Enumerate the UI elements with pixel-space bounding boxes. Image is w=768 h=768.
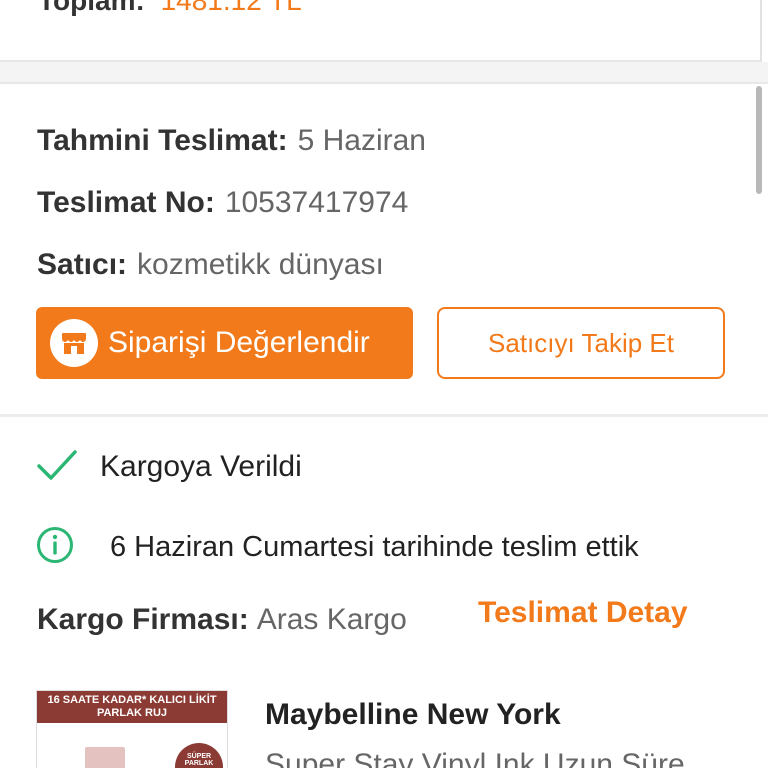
shipment-status-text: Kargoya Verildi	[100, 450, 302, 483]
estimated-delivery-row: Tahmini Teslimat: 5 Haziran	[37, 123, 426, 159]
estimated-delivery-label: Tahmini Teslimat:	[37, 124, 288, 157]
product-swatch	[85, 747, 125, 768]
delivery-detail-link[interactable]: Teslimat Detay	[478, 596, 688, 630]
product-image-banner: 16 SAATE KADAR* KALICI LİKİT PARLAK RUJ	[37, 691, 227, 723]
seller-row: Satıcı: kozmetikk dünyası	[37, 247, 384, 283]
store-icon	[50, 319, 98, 367]
carrier-row: Kargo Firması: Aras Kargo	[37, 602, 407, 638]
delivery-number-row: Teslimat No: 10537417974	[37, 185, 408, 221]
carrier-value: Aras Kargo	[256, 603, 407, 636]
product-brand[interactable]: Maybelline New York	[265, 698, 561, 732]
carrier-label: Kargo Firması:	[37, 603, 249, 636]
review-order-label: Siparişi Değerlendir	[108, 326, 370, 359]
product-title[interactable]: Super Stay Vinyl Ink Uzun Süre	[265, 748, 685, 768]
estimated-delivery-value: 5 Haziran	[297, 124, 426, 157]
review-order-button[interactable]: Siparişi Değerlendir	[36, 307, 413, 379]
follow-seller-label: Satıcıyı Takip Et	[488, 327, 674, 358]
shipment-status-row: Kargoya Verildi	[36, 447, 302, 487]
delivery-note-row: 6 Haziran Cumartesi tarihinde teslim ett…	[36, 526, 639, 569]
product-image[interactable]: 16 SAATE KADAR* KALICI LİKİT PARLAK RUJ …	[36, 690, 228, 768]
total-label: Toplam:	[38, 0, 145, 16]
scrollbar[interactable]	[756, 86, 762, 194]
info-circle-icon	[36, 526, 74, 569]
follow-seller-button[interactable]: Satıcıyı Takip Et	[437, 307, 725, 379]
delivery-number-value: 10537417974	[224, 186, 409, 219]
seller-value: kozmetikk dünyası	[137, 248, 384, 281]
total-value: 1481.12 TL	[160, 0, 302, 16]
product-badge: SÜPER PARLAK	[175, 743, 223, 768]
delivery-number-label: Teslimat No:	[37, 186, 215, 219]
delivery-note-text: 6 Haziran Cumartesi tarihinde teslim ett…	[110, 530, 639, 563]
section-divider	[0, 62, 768, 84]
total-row: Toplam: 1481.12 TL	[38, 0, 302, 18]
order-summary-card: Toplam: 1481.12 TL	[0, 0, 762, 62]
seller-label: Satıcı:	[37, 248, 128, 281]
section-divider	[0, 414, 768, 417]
check-icon	[36, 448, 78, 487]
